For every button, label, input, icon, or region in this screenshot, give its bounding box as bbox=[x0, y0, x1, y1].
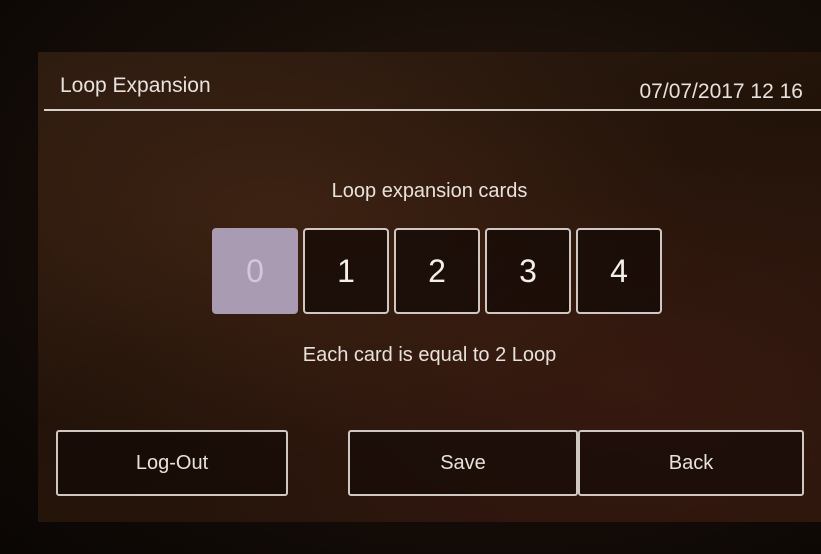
card-option-4[interactable]: 4 bbox=[576, 228, 662, 314]
log-out-button[interactable]: Log-Out bbox=[56, 430, 288, 496]
date-time-display: 07/07/2017 12 16 bbox=[639, 80, 804, 103]
card-option-1[interactable]: 1 bbox=[303, 228, 389, 314]
touch-screen: Loop Expansion 07/07/2017 12 16 Loop exp… bbox=[38, 52, 821, 522]
info-note: Each card is equal to 2 Loop bbox=[302, 344, 557, 366]
card-count-selector: 0 1 2 3 4 bbox=[212, 228, 664, 314]
save-button[interactable]: Save bbox=[348, 430, 578, 496]
card-option-3[interactable]: 3 bbox=[485, 228, 571, 314]
card-option-0[interactable]: 0 bbox=[212, 228, 298, 314]
back-button[interactable]: Back bbox=[578, 430, 804, 496]
page-title: Loop Expansion bbox=[60, 74, 211, 97]
device-bezel: Loop Expansion 07/07/2017 12 16 Loop exp… bbox=[0, 0, 821, 554]
section-label: Loop expansion cards bbox=[331, 180, 528, 202]
card-option-2[interactable]: 2 bbox=[394, 228, 480, 314]
header-divider bbox=[44, 109, 821, 111]
